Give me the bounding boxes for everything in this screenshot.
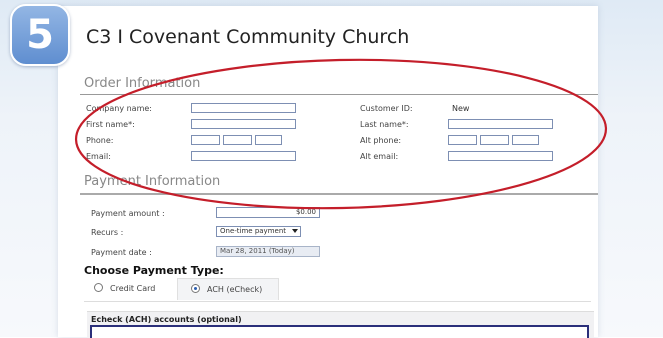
alt-phone-line-input[interactable] [512, 135, 539, 145]
payment-section-title: Payment Information [84, 174, 221, 189]
order-section-title: Order Information [84, 76, 201, 91]
ach-tab-label: ACH (eCheck) [207, 285, 263, 294]
phone-area-code-input[interactable] [191, 135, 220, 145]
company-name-input[interactable] [191, 103, 296, 113]
phone-label: Phone: [86, 136, 114, 145]
echeck-accounts-area[interactable] [90, 325, 589, 338]
ach-radio-icon[interactable] [191, 284, 200, 293]
payment-amount-input[interactable]: $0.00 [216, 207, 320, 218]
alt-phone-label: Alt phone: [360, 136, 402, 145]
alt-email-label: Alt email: [360, 152, 399, 161]
last-name-input[interactable] [448, 119, 553, 129]
order-section-divider [80, 94, 598, 95]
tab-ach-echeck[interactable]: ACH (eCheck) [177, 278, 279, 300]
tab-credit-card[interactable]: Credit Card [94, 278, 186, 300]
payment-date-input[interactable]: Mar 28, 2011 (Today) [216, 246, 320, 257]
church-title: C3 I Covenant Community Church [86, 26, 410, 48]
phone-prefix-input[interactable] [223, 135, 252, 145]
customer-id-value: New [452, 104, 470, 113]
choose-payment-type-title: Choose Payment Type: [84, 264, 224, 277]
alt-email-input[interactable] [448, 151, 553, 161]
first-name-input[interactable] [191, 119, 296, 129]
chevron-down-icon [292, 229, 298, 233]
credit-card-radio-icon[interactable] [94, 283, 103, 292]
email-label: Email: [86, 152, 111, 161]
first-name-label: First name*: [86, 120, 135, 129]
recurs-select[interactable]: One-time payment [216, 226, 301, 237]
payment-type-tabs: Credit Card ACH (eCheck) [84, 278, 591, 302]
company-name-label: Company name: [86, 104, 152, 113]
recurs-select-value: One-time payment [220, 227, 287, 235]
phone-line-input[interactable] [255, 135, 282, 145]
last-name-label: Last name*: [360, 120, 409, 129]
payment-amount-label: Payment amount : [91, 209, 165, 218]
alt-phone-prefix-input[interactable] [480, 135, 509, 145]
email-input[interactable] [191, 151, 296, 161]
alt-phone-area-code-input[interactable] [448, 135, 477, 145]
echeck-panel: Echeck (ACH) accounts (optional) [87, 311, 594, 338]
step-badge: 5 [10, 4, 70, 66]
credit-card-tab-label: Credit Card [110, 284, 156, 293]
payment-section-divider [80, 193, 598, 195]
payment-date-label: Payment date : [91, 248, 152, 257]
echeck-accounts-title: Echeck (ACH) accounts (optional) [91, 315, 242, 324]
customer-id-label: Customer ID: [360, 104, 413, 113]
recurs-label: Recurs : [91, 228, 124, 237]
